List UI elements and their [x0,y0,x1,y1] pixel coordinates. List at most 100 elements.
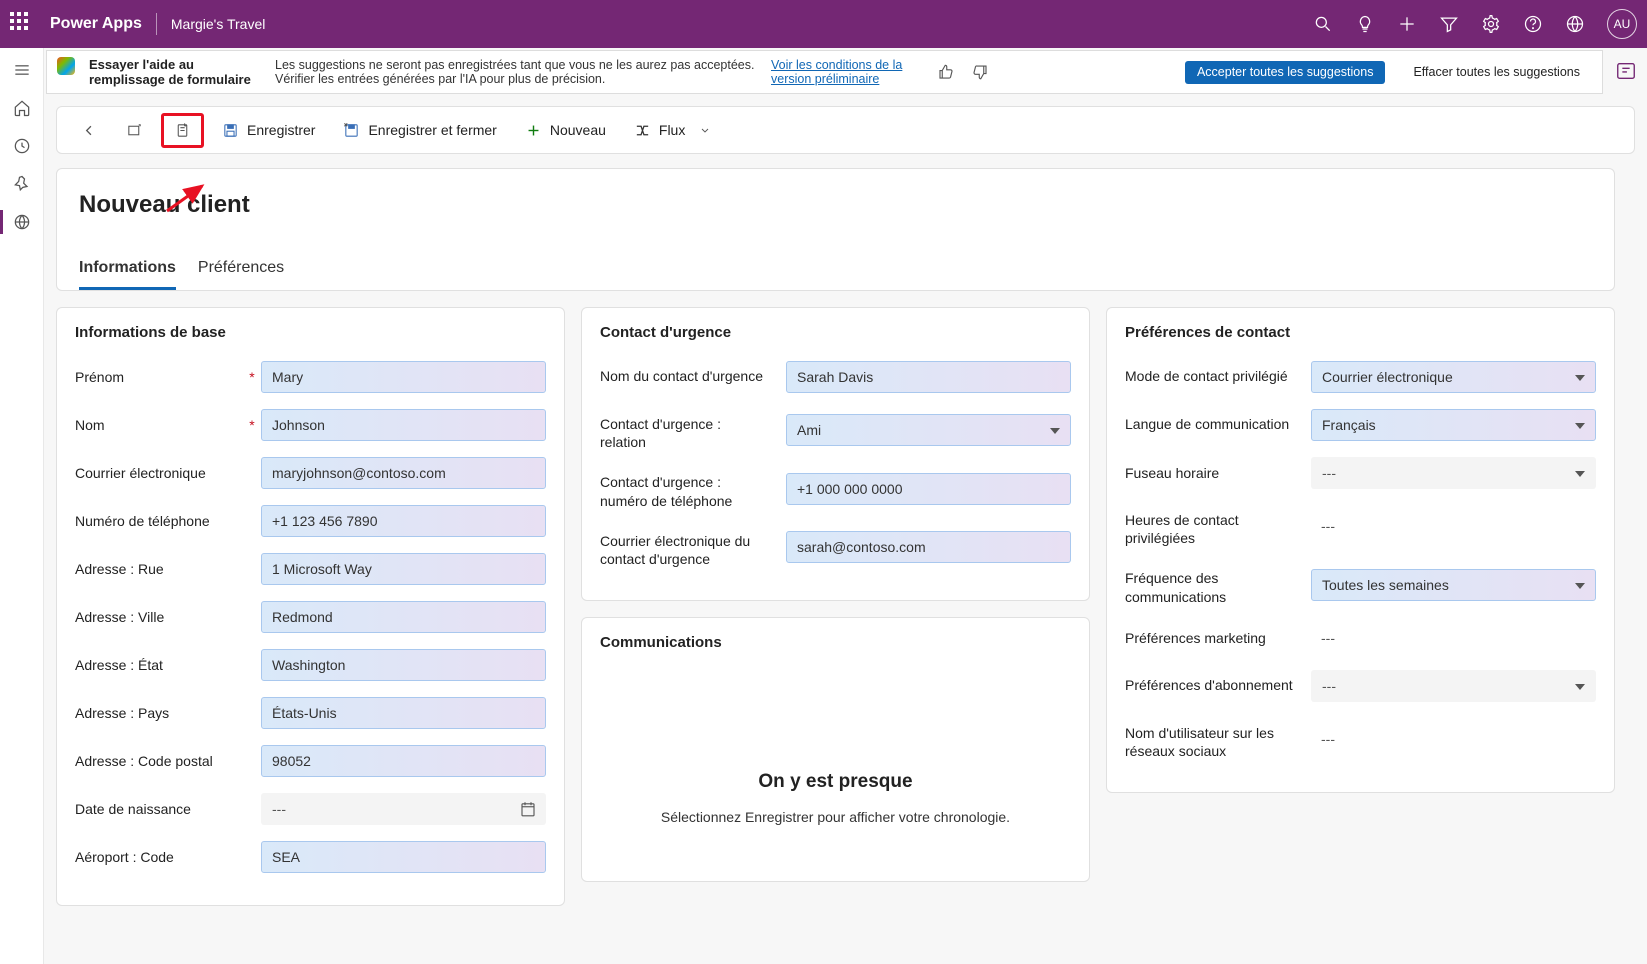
label-dob: Date de naissance [75,801,243,817]
label-city: Adresse : Ville [75,609,243,625]
select-subscription[interactable]: --- [1311,670,1596,702]
label-zip: Adresse : Code postal [75,753,243,769]
user-avatar[interactable]: AU [1607,9,1637,39]
section-emergency-contact: Contact d'urgence Nom du contact d'urgen… [581,307,1090,601]
record-header: Nouveau client Informations Préférences [56,168,1615,291]
label-country: Adresse : Pays [75,705,243,721]
select-language[interactable]: Français [1311,409,1596,441]
input-social-username[interactable]: --- [1311,723,1596,755]
new-label: Nouveau [550,122,606,138]
share-icon[interactable] [1565,14,1585,34]
tab-preferences[interactable]: Préférences [198,259,284,290]
section-contact-preferences: Préférences de contact Mode de contact p… [1106,307,1615,793]
label-comm-frequency: Fréquence des communications [1125,563,1293,605]
input-state[interactable]: Washington [261,649,546,681]
input-email[interactable]: maryjohnson@contoso.com [261,457,546,489]
recent-icon[interactable] [12,136,32,156]
save-close-label: Enregistrer et fermer [368,122,496,138]
save-button[interactable]: Enregistrer [212,116,325,145]
label-ec-phone: Contact d'urgence : numéro de téléphone [600,467,768,509]
required-indicator: * [247,369,257,385]
label-airport: Aéroport : Code [75,849,243,865]
input-firstname[interactable]: Mary [261,361,546,393]
input-phone[interactable]: +1 123 456 7890 [261,505,546,537]
lightbulb-icon[interactable] [1355,14,1375,34]
calendar-icon[interactable] [519,800,537,818]
save-label: Enregistrer [247,122,315,138]
search-icon[interactable] [1313,14,1333,34]
input-lastname[interactable]: Johnson [261,409,546,441]
select-contact-mode[interactable]: Courrier électronique [1311,361,1596,393]
section-communications: Communications On y est presque Sélectio… [581,617,1090,882]
label-marketing: Préférences marketing [1125,630,1293,646]
label-state: Adresse : État [75,657,243,673]
home-icon[interactable] [12,98,32,118]
label-contact-hours: Heures de contact privilégiées [1125,505,1293,547]
input-zip[interactable]: 98052 [261,745,546,777]
required-indicator: * [247,417,257,433]
thumbs-down-icon[interactable] [971,63,989,81]
copilot-pane-icon[interactable] [1615,60,1637,82]
input-ec-email[interactable]: sarah@contoso.com [786,531,1071,563]
input-marketing[interactable]: --- [1311,622,1596,654]
copilot-suggestion-banner: Essayer l'aide au remplissage de formula… [46,50,1603,94]
help-icon[interactable] [1523,14,1543,34]
back-button[interactable] [71,116,108,145]
label-social-username: Nom d'utilisateur sur les réseaux sociau… [1125,718,1293,760]
flow-button[interactable]: Flux [624,116,721,145]
input-city[interactable]: Redmond [261,601,546,633]
input-country[interactable]: États-Unis [261,697,546,729]
new-button[interactable]: Nouveau [515,116,616,145]
label-timezone: Fuseau horaire [1125,465,1293,481]
thumbs-up-icon[interactable] [937,63,955,81]
form-fill-assist-button[interactable] [161,113,204,148]
filter-icon[interactable] [1439,14,1459,34]
select-ec-relation[interactable]: Ami [786,414,1071,446]
save-and-close-button[interactable]: Enregistrer et fermer [333,116,506,145]
input-dob[interactable]: --- [261,793,546,825]
label-language: Langue de communication [1125,409,1293,433]
input-street[interactable]: 1 Microsoft Way [261,553,546,585]
section-title: Communications [600,634,1071,651]
form-tabs: Informations Préférences [79,259,1592,290]
divider [156,13,157,35]
flow-label: Flux [659,122,685,138]
accept-all-suggestions-button[interactable]: Accepter toutes les suggestions [1185,61,1386,84]
select-comm-frequency[interactable]: Toutes les semaines [1311,569,1596,601]
settings-icon[interactable] [1481,14,1501,34]
input-ec-phone[interactable]: +1 000 000 0000 [786,473,1071,505]
label-contact-mode: Mode de contact privilégié [1125,361,1293,385]
environment-label: Margie's Travel [171,16,265,32]
command-bar: Enregistrer Enregistrer et fermer Nouvea… [56,106,1635,154]
label-street: Adresse : Rue [75,561,243,577]
label-subscription: Préférences d'abonnement [1125,670,1293,694]
banner-title: Essayer l'aide au remplissage de formula… [89,57,259,87]
label-lastname: Nom [75,417,243,433]
preview-terms-link[interactable]: Voir les conditions de la version prélim… [771,58,921,86]
label-ec-name: Nom du contact d'urgence [600,361,768,385]
menu-icon[interactable] [12,60,32,80]
timeline-heading: On y est presque [620,771,1051,793]
tab-informations[interactable]: Informations [79,259,176,290]
input-contact-hours[interactable]: --- [1311,510,1596,542]
select-timezone[interactable]: --- [1311,457,1596,489]
section-title: Informations de base [75,324,546,341]
label-email: Courrier électronique [75,465,243,481]
app-header: Power Apps Margie's Travel AU [0,0,1647,48]
open-new-window-button[interactable] [116,116,153,145]
banner-description: Les suggestions ne seront pas enregistré… [275,58,755,86]
left-nav-rail [0,48,44,964]
section-title: Préférences de contact [1125,324,1596,341]
section-basic-info: Informations de base Prénom * Mary Nom *… [56,307,565,906]
section-title: Contact d'urgence [600,324,1071,341]
pin-icon[interactable] [12,174,32,194]
add-icon[interactable] [1397,14,1417,34]
main-content: Essayer l'aide au remplissage de formula… [44,48,1647,964]
globe-data-icon[interactable] [12,212,32,232]
dob-value: --- [272,801,286,817]
input-ec-name[interactable]: Sarah Davis [786,361,1071,393]
clear-all-suggestions-button[interactable]: Effacer toutes les suggestions [1401,61,1592,84]
input-airport[interactable]: SEA [261,841,546,873]
app-launcher-icon[interactable] [10,12,34,36]
timeline-text: Sélectionnez Enregistrer pour afficher v… [620,809,1051,825]
